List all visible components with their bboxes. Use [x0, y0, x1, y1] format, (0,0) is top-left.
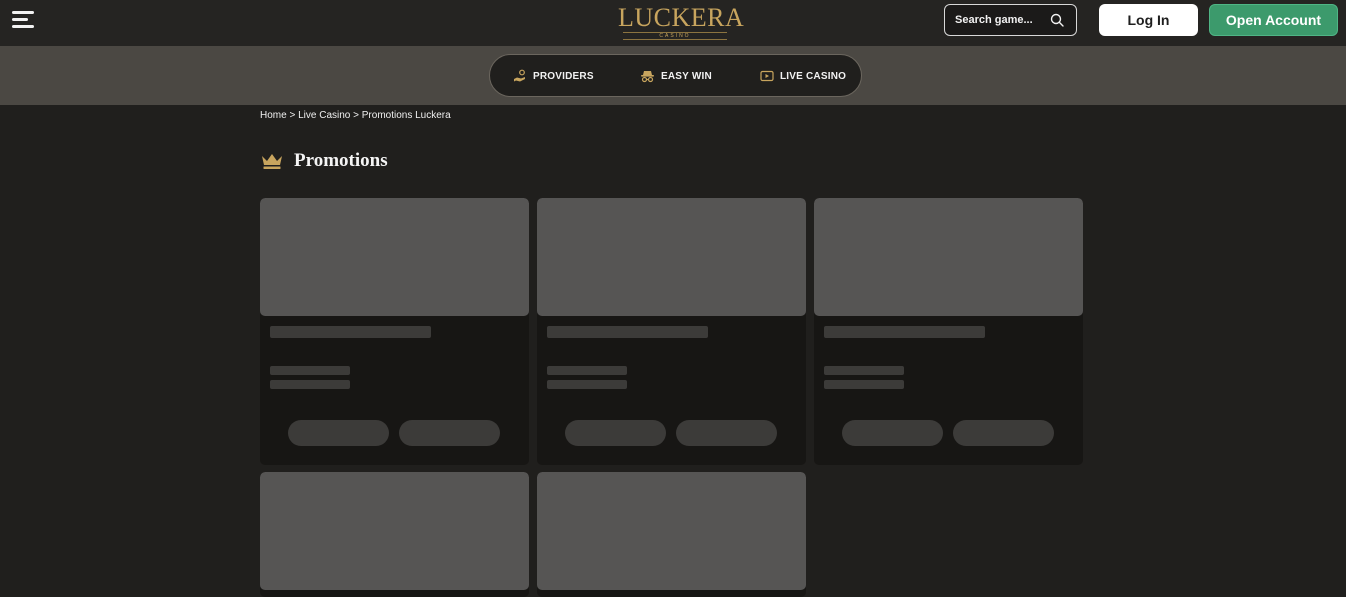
promotion-card[interactable] — [814, 198, 1083, 465]
nav-item-easy-win[interactable]: EASY WIN — [640, 68, 712, 84]
crown-icon — [262, 154, 282, 169]
card-button-placeholder — [842, 420, 943, 446]
hand-coins-icon — [514, 69, 525, 82]
card-button-placeholder — [565, 420, 666, 446]
card-image-placeholder — [537, 472, 806, 590]
promotion-card[interactable] — [537, 472, 806, 597]
card-image-placeholder — [537, 198, 806, 316]
nav-item-label: EASY WIN — [661, 70, 712, 82]
hamburger-icon[interactable] — [12, 11, 34, 29]
logo-subtext: CASINO — [623, 32, 727, 40]
card-text-placeholder — [270, 380, 350, 389]
top-header: LUCKERA CASINO Log In Open Account — [0, 0, 1346, 46]
card-text-placeholder — [824, 366, 904, 375]
login-button[interactable]: Log In — [1099, 4, 1198, 36]
card-image-placeholder — [260, 198, 529, 316]
card-title-placeholder — [270, 326, 431, 338]
search-icon[interactable] — [1050, 13, 1064, 27]
card-text-placeholder — [547, 366, 627, 375]
card-title-placeholder — [824, 326, 985, 338]
breadcrumb-separator: > — [353, 110, 362, 121]
nav-item-providers[interactable]: PROVIDERS — [513, 68, 594, 84]
card-image-placeholder — [814, 198, 1083, 316]
breadcrumb-home[interactable]: Home — [260, 110, 287, 121]
category-nav: PROVIDERS EASY WIN LIVE CASINO — [0, 46, 1346, 105]
card-button-placeholder — [676, 420, 777, 446]
card-image-placeholder — [260, 472, 529, 590]
play-screen-icon — [760, 70, 774, 81]
card-text-placeholder — [547, 380, 627, 389]
nav-item-label: PROVIDERS — [533, 70, 594, 82]
nav-item-label: LIVE CASINO — [780, 70, 847, 82]
breadcrumb-current: Promotions Luckera — [361, 110, 451, 121]
open-account-button[interactable]: Open Account — [1209, 4, 1338, 36]
card-button-placeholder — [953, 420, 1054, 446]
card-button-placeholder — [399, 420, 500, 446]
card-text-placeholder — [270, 366, 350, 375]
promotion-card[interactable] — [537, 198, 806, 465]
card-button-placeholder — [288, 420, 389, 446]
page-title-text: Promotions — [294, 150, 388, 171]
spy-hat-icon — [641, 71, 654, 83]
search-input[interactable] — [955, 14, 1047, 26]
search-box[interactable] — [944, 4, 1077, 36]
promotion-card[interactable] — [260, 198, 529, 465]
logo-text: LUCKERA — [618, 3, 745, 32]
logo[interactable]: LUCKERA CASINO — [618, 3, 745, 40]
card-text-placeholder — [824, 380, 904, 389]
breadcrumb-separator: > — [289, 110, 299, 121]
page-title: Promotions — [260, 148, 388, 174]
promotion-card[interactable] — [260, 472, 529, 597]
breadcrumb: Home > Live Casino > Promotions Luckera — [260, 110, 451, 121]
nav-item-live-casino[interactable]: LIVE CASINO — [760, 68, 846, 84]
card-title-placeholder — [547, 326, 708, 338]
breadcrumb-live-casino[interactable]: Live Casino — [298, 110, 350, 121]
category-nav-pill: PROVIDERS EASY WIN LIVE CASINO — [489, 54, 862, 97]
